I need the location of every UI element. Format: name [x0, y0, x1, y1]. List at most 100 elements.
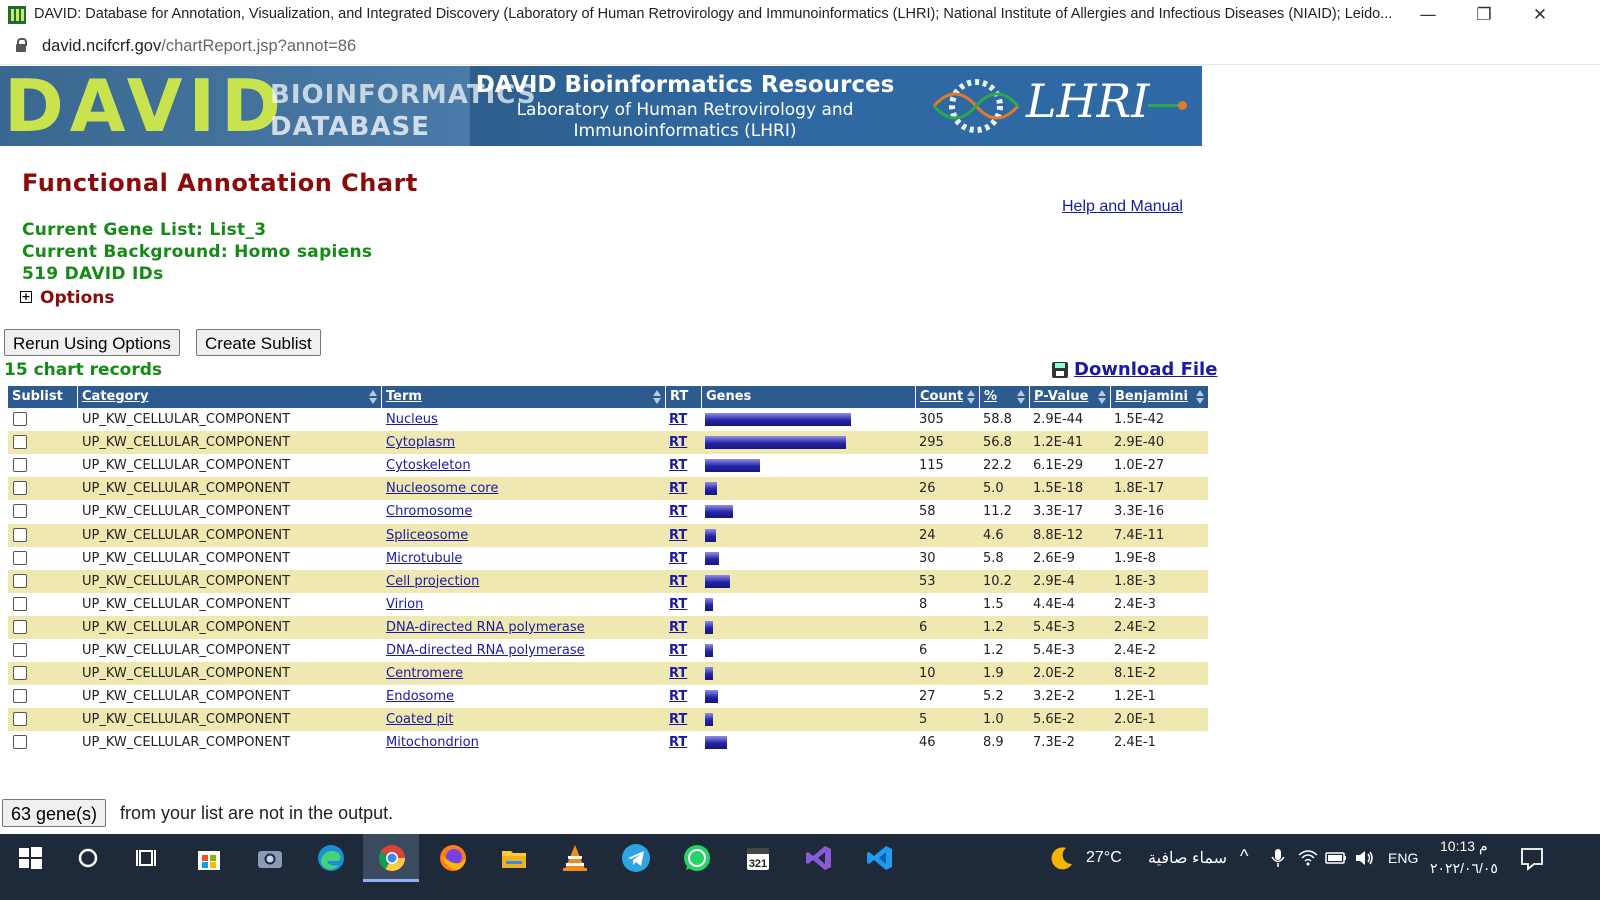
header-benjamini-label[interactable]: Benjamini	[1115, 389, 1188, 404]
rt-link[interactable]: RT	[669, 639, 687, 662]
header-count-label[interactable]: Count	[920, 389, 963, 404]
sublist-checkbox[interactable]	[13, 643, 27, 657]
term-link[interactable]: DNA-directed RNA polymerase	[386, 639, 585, 662]
term-link[interactable]: Virion	[386, 593, 423, 616]
rt-link[interactable]: RT	[669, 500, 687, 523]
sort-arrows-icon[interactable]	[1016, 389, 1026, 405]
genes-bar[interactable]	[705, 597, 713, 611]
missing-genes-button[interactable]: 63 gene(s)	[2, 799, 107, 827]
firefox-icon[interactable]	[437, 842, 469, 874]
close-button[interactable]: ✕	[1512, 0, 1568, 30]
weather-temperature[interactable]: 27°C	[1086, 849, 1122, 867]
header-term-label[interactable]: Term	[386, 389, 422, 404]
vscode-icon[interactable]	[864, 842, 896, 874]
genes-bar[interactable]	[705, 667, 713, 681]
header-percent-label[interactable]: %	[984, 389, 997, 404]
genes-bar[interactable]	[705, 551, 719, 565]
term-link[interactable]: DNA-directed RNA polymerase	[386, 616, 585, 639]
genes-bar[interactable]	[705, 690, 718, 704]
url-text[interactable]: david.ncifcrf.gov/chartReport.jsp?annot=…	[42, 37, 356, 56]
sort-arrows-icon[interactable]	[368, 389, 378, 405]
microsoft-store-icon[interactable]	[193, 842, 225, 874]
rerun-options-button[interactable]: Rerun Using Options	[4, 329, 180, 356]
rt-link[interactable]: RT	[669, 477, 687, 500]
help-manual-link[interactable]: Help and Manual	[1062, 198, 1183, 216]
header-term[interactable]: Term	[382, 386, 666, 408]
rt-link[interactable]: RT	[669, 547, 687, 570]
restore-button[interactable]: ❐	[1456, 0, 1512, 30]
genes-bar[interactable]	[705, 436, 846, 450]
header-category-label[interactable]: Category	[82, 389, 148, 404]
header-category[interactable]: Category	[78, 386, 382, 408]
calendar-app-icon[interactable]: 321	[742, 842, 774, 874]
clock-time[interactable]: 10:13 م	[1440, 838, 1488, 855]
sublist-checkbox[interactable]	[13, 435, 27, 450]
sublist-checkbox[interactable]	[13, 550, 27, 565]
moon-weather-icon[interactable]	[1046, 842, 1078, 874]
sublist-checkbox[interactable]	[13, 596, 27, 611]
rt-link[interactable]: RT	[669, 593, 687, 616]
header-pvalue-label[interactable]: P-Value	[1034, 389, 1088, 404]
genes-bar[interactable]	[705, 413, 851, 426]
language-indicator[interactable]: ENG	[1388, 850, 1418, 866]
create-sublist-button[interactable]: Create Sublist	[196, 329, 321, 356]
chrome-icon[interactable]	[376, 842, 408, 874]
floppy-disk-icon[interactable]	[1052, 362, 1068, 378]
rt-link[interactable]: RT	[669, 454, 687, 477]
weather-description[interactable]: سماء صافية	[1148, 848, 1227, 868]
rt-link[interactable]: RT	[669, 524, 687, 547]
genes-bar[interactable]	[705, 574, 730, 588]
genes-bar[interactable]	[705, 459, 760, 473]
header-percent[interactable]: %	[980, 386, 1030, 408]
file-explorer-icon[interactable]	[498, 842, 530, 874]
windows-start-icon[interactable]	[14, 842, 46, 874]
minimize-button[interactable]: —	[1400, 0, 1456, 30]
rt-link[interactable]: RT	[669, 570, 687, 593]
sublist-checkbox[interactable]	[13, 573, 27, 588]
term-link[interactable]: Cell projection	[386, 570, 479, 593]
header-count[interactable]: Count	[916, 386, 980, 408]
term-link[interactable]: Chromosome	[386, 500, 472, 523]
rt-link[interactable]: RT	[669, 685, 687, 708]
term-link[interactable]: Spliceosome	[386, 524, 468, 547]
sublist-checkbox[interactable]	[13, 527, 27, 542]
speaker-volume-icon[interactable]	[1352, 846, 1376, 870]
rt-link[interactable]: RT	[669, 616, 687, 639]
sublist-checkbox[interactable]	[13, 412, 27, 426]
sublist-checkbox[interactable]	[13, 666, 27, 681]
rt-link[interactable]: RT	[669, 408, 687, 431]
sublist-checkbox[interactable]	[13, 689, 27, 704]
sublist-checkbox[interactable]	[13, 504, 27, 519]
edge-icon[interactable]	[315, 842, 347, 874]
microphone-icon[interactable]	[1266, 846, 1290, 870]
visual-studio-icon[interactable]	[803, 842, 835, 874]
camera-icon[interactable]	[254, 842, 286, 874]
notification-center-icon[interactable]	[1516, 842, 1548, 874]
address-bar[interactable]: david.ncifcrf.gov/chartReport.jsp?annot=…	[0, 30, 1600, 65]
sort-arrows-icon[interactable]	[652, 389, 662, 405]
rt-link[interactable]: RT	[669, 662, 687, 685]
vlc-icon[interactable]	[559, 842, 591, 874]
task-view-icon[interactable]	[131, 842, 163, 874]
term-link[interactable]: Endosome	[386, 685, 454, 708]
download-file-label[interactable]: Download File	[1074, 359, 1217, 380]
term-link[interactable]: Nucleus	[386, 408, 438, 431]
term-link[interactable]: Cytoplasm	[386, 431, 455, 454]
term-link[interactable]: Cytoskeleton	[386, 454, 471, 477]
sort-arrows-icon[interactable]	[966, 389, 976, 405]
genes-bar[interactable]	[705, 482, 717, 496]
sublist-checkbox[interactable]	[13, 481, 27, 496]
battery-icon[interactable]	[1324, 846, 1348, 870]
wifi-icon[interactable]	[1296, 846, 1320, 870]
lock-icon[interactable]	[16, 38, 27, 52]
term-link[interactable]: Centromere	[386, 662, 463, 685]
genes-bar[interactable]	[705, 644, 713, 657]
genes-bar[interactable]	[705, 736, 727, 750]
term-link[interactable]: Microtubule	[386, 547, 462, 570]
tray-chevron-up-icon[interactable]: ^	[1240, 846, 1248, 867]
whatsapp-icon[interactable]	[681, 842, 713, 874]
genes-bar[interactable]	[705, 620, 713, 634]
sublist-checkbox[interactable]	[13, 458, 27, 473]
rt-link[interactable]: RT	[669, 708, 687, 731]
rt-link[interactable]: RT	[669, 431, 687, 454]
